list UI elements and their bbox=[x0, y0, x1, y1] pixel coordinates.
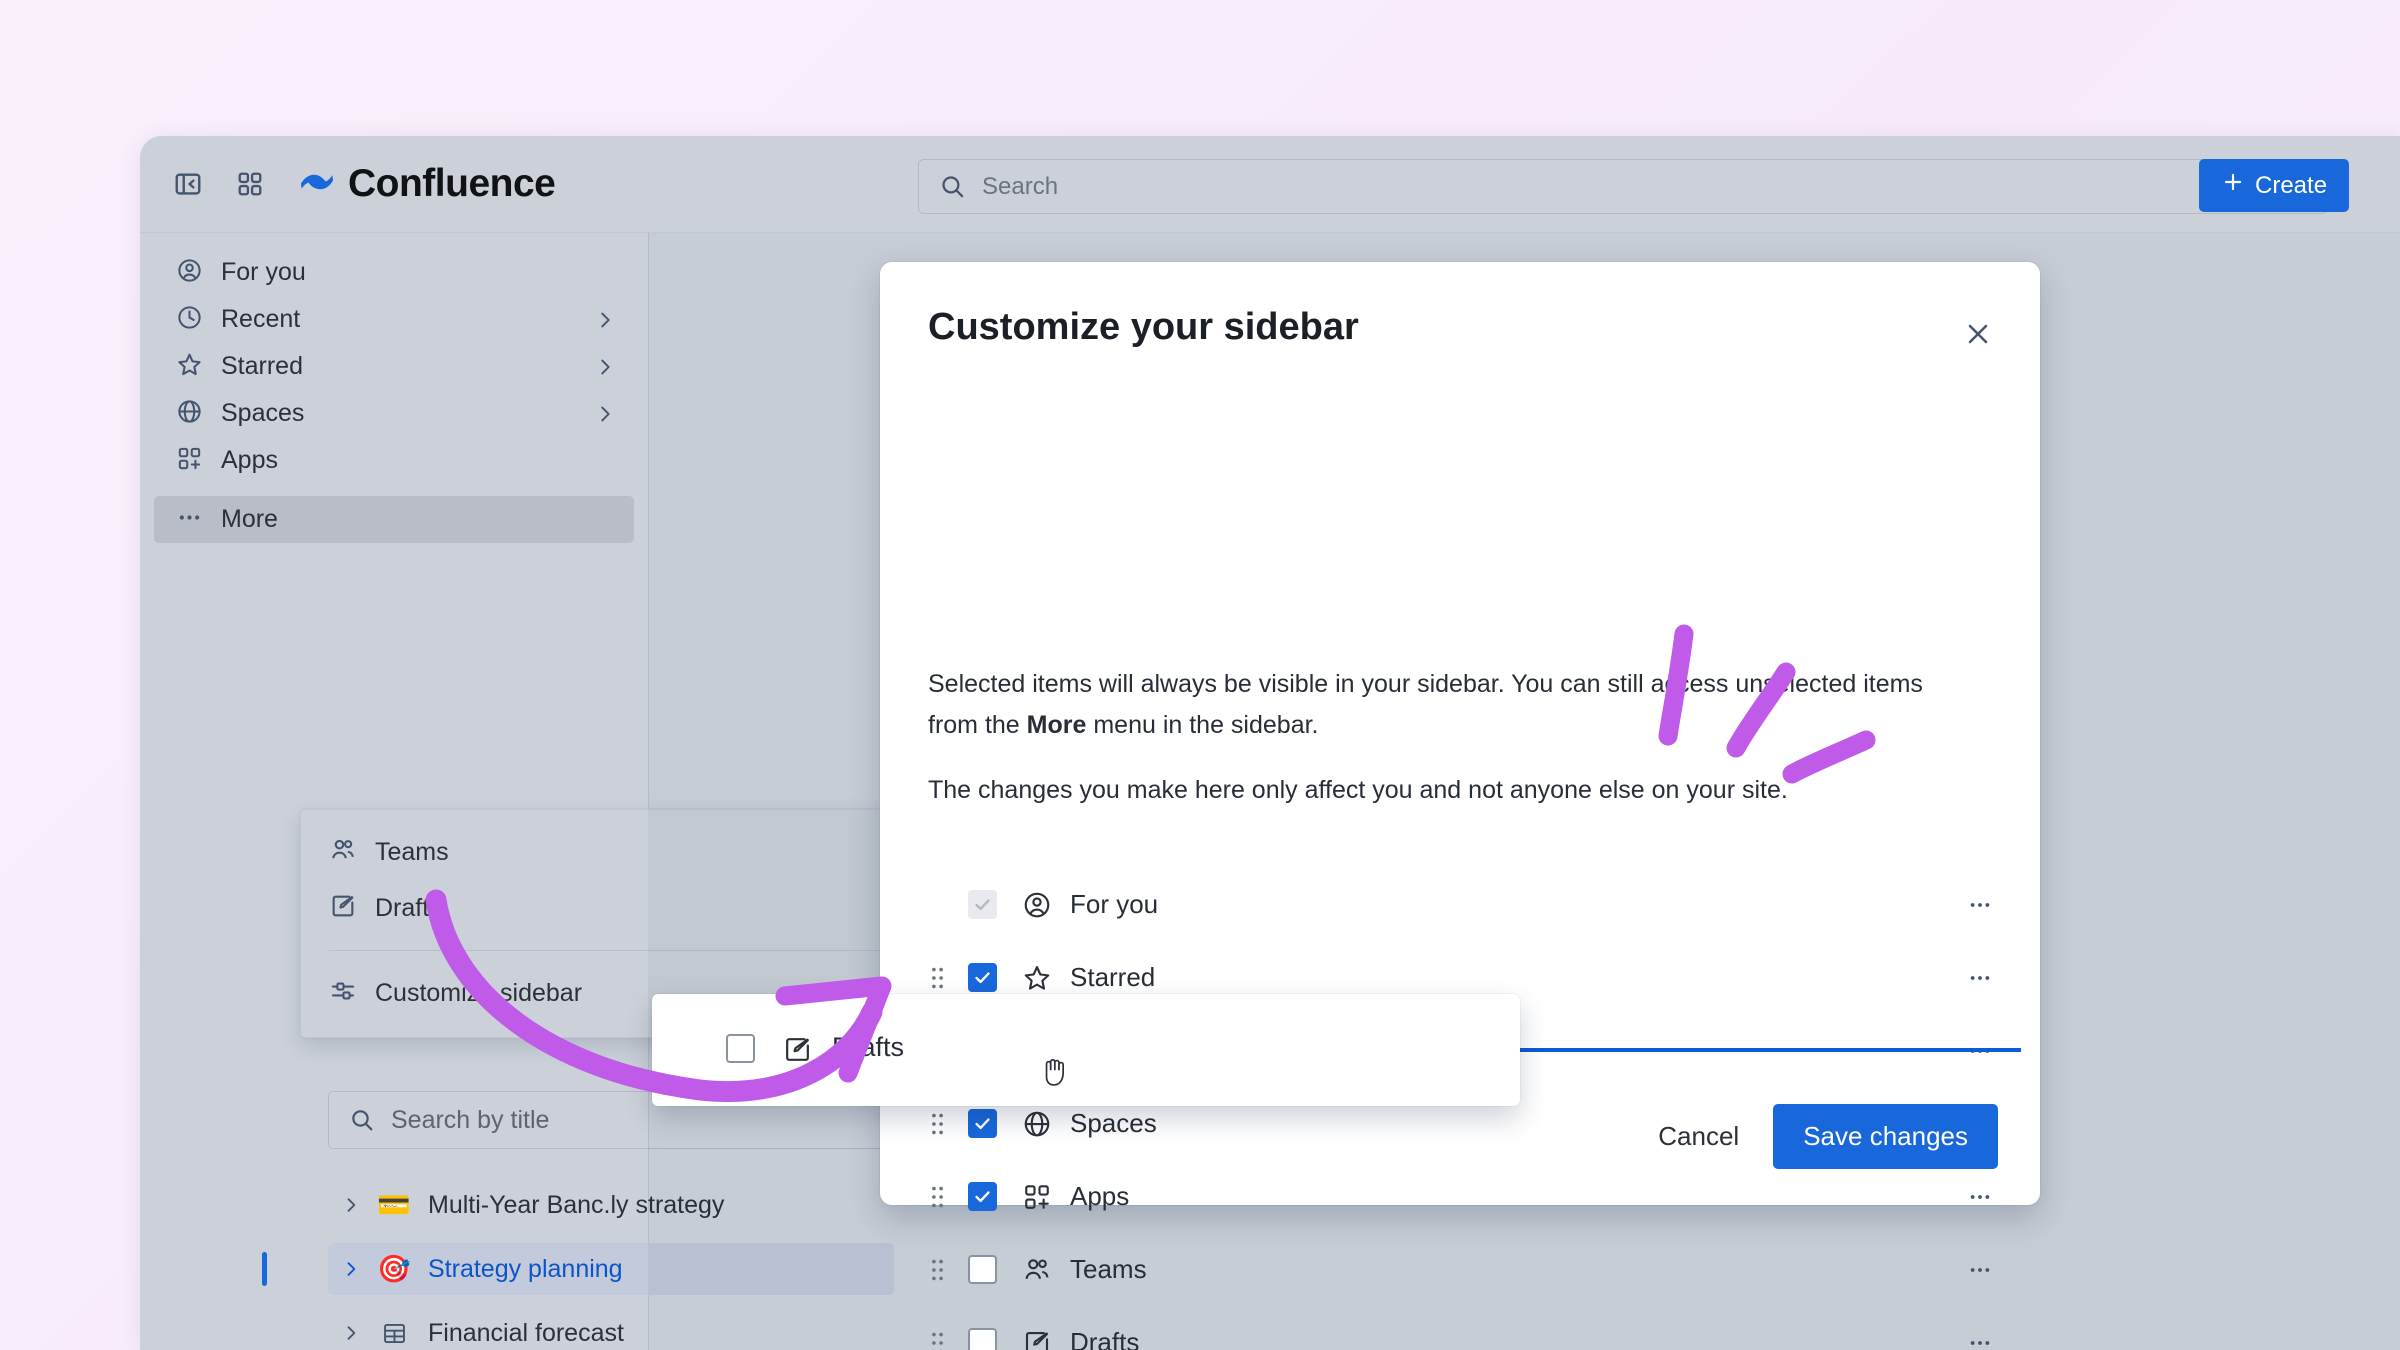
tree-item-label: Strategy planning bbox=[428, 1255, 623, 1284]
star-icon bbox=[1020, 961, 1054, 995]
pencil-square-icon bbox=[1020, 1326, 1054, 1350]
list-item-label: Apps bbox=[1070, 1181, 1129, 1212]
modal-description-1-b: menu in the sidebar. bbox=[1086, 711, 1318, 739]
sidebar-item-label: More bbox=[221, 505, 278, 534]
sidebar-item-label: Apps bbox=[221, 446, 278, 475]
person-circle-icon bbox=[176, 257, 203, 289]
list-item-label: Drafts bbox=[1070, 1327, 1139, 1350]
item-checkbox-for-you bbox=[968, 890, 997, 919]
apps-grid-icon bbox=[1020, 1180, 1054, 1214]
item-checkbox-starred[interactable] bbox=[968, 963, 997, 992]
ellipsis-icon[interactable] bbox=[1958, 887, 2002, 923]
ellipsis-icon[interactable] bbox=[1958, 960, 2002, 996]
drag-handle-icon[interactable] bbox=[924, 1252, 950, 1288]
sidebar-item-label: Starred bbox=[221, 352, 303, 381]
search-placeholder-text: Search bbox=[982, 173, 1058, 201]
chevron-right-icon[interactable] bbox=[594, 309, 616, 331]
sidebar-item-starred[interactable]: Starred bbox=[154, 343, 634, 390]
list-item[interactable]: Drafts bbox=[880, 1306, 2040, 1350]
sidebar-item-label: For you bbox=[221, 258, 306, 287]
menu-item-label: Customize sidebar bbox=[375, 979, 582, 1008]
clock-icon bbox=[176, 304, 203, 336]
ellipsis-icon[interactable] bbox=[1958, 1179, 2002, 1215]
create-button[interactable]: Create bbox=[2199, 159, 2349, 212]
search-icon bbox=[939, 173, 966, 200]
chevron-right-icon[interactable] bbox=[594, 403, 616, 425]
chevron-right-icon[interactable] bbox=[328, 1259, 374, 1279]
ellipsis-icon[interactable] bbox=[1958, 1252, 2002, 1288]
save-changes-button[interactable]: Save changes bbox=[1773, 1104, 1998, 1169]
search-icon bbox=[349, 1107, 375, 1133]
sidebar-item-label: Recent bbox=[221, 305, 300, 334]
globe-icon bbox=[176, 398, 203, 430]
drag-preview-checkbox bbox=[726, 1034, 755, 1063]
list-item-label: For you bbox=[1070, 889, 1158, 920]
chevron-right-icon[interactable] bbox=[328, 1323, 374, 1343]
modal-footer: Cancel Save changes bbox=[880, 1104, 2040, 1169]
item-checkbox-apps[interactable] bbox=[968, 1182, 997, 1211]
sidebar-item-for-you[interactable]: For you bbox=[154, 249, 634, 296]
page-emoji-icon: 💳 bbox=[374, 1189, 414, 1221]
close-icon[interactable] bbox=[1954, 310, 2002, 358]
collapse-sidebar-icon[interactable] bbox=[162, 158, 214, 210]
modal-description-1: Selected items will always be visible in… bbox=[928, 664, 1928, 746]
drag-handle-icon[interactable] bbox=[924, 1325, 950, 1350]
menu-item-label: Teams bbox=[375, 838, 449, 867]
sidebar-item-label: Spaces bbox=[221, 399, 304, 428]
drag-handle-icon[interactable] bbox=[924, 960, 950, 996]
confluence-logo-icon bbox=[298, 163, 336, 206]
list-item[interactable]: For you bbox=[880, 868, 2040, 941]
item-checkbox-drafts[interactable] bbox=[968, 1328, 997, 1350]
modal-title: Customize your sidebar bbox=[928, 306, 1359, 349]
pencil-square-icon bbox=[329, 892, 357, 925]
apps-grid-icon bbox=[176, 445, 203, 477]
customize-sidebar-modal: Customize your sidebar Selected items wi… bbox=[880, 262, 2040, 1205]
sidebar-item-apps[interactable]: Apps bbox=[154, 437, 634, 484]
chevron-right-icon[interactable] bbox=[594, 356, 616, 378]
person-circle-icon bbox=[1020, 888, 1054, 922]
search-input[interactable]: Search bbox=[918, 159, 2328, 214]
sliders-icon bbox=[329, 977, 357, 1010]
ellipsis-icon bbox=[176, 504, 203, 536]
table-icon bbox=[374, 1320, 414, 1347]
star-icon bbox=[176, 351, 203, 383]
list-item[interactable]: Apps bbox=[880, 1160, 2040, 1233]
ellipsis-icon[interactable] bbox=[1958, 1325, 2002, 1350]
tree-item-label: Financial forecast bbox=[428, 1319, 624, 1348]
list-item[interactable]: Teams bbox=[880, 1233, 2040, 1306]
modal-description-1-bold: More bbox=[1027, 711, 1087, 739]
cancel-button[interactable]: Cancel bbox=[1636, 1105, 1761, 1168]
page-emoji-icon: 🎯 bbox=[374, 1253, 414, 1285]
drag-handle-icon[interactable] bbox=[924, 1179, 950, 1215]
drag-preview-label: Drafts bbox=[832, 1032, 904, 1063]
brand-logo-and-name[interactable]: Confluence bbox=[298, 162, 555, 206]
sidebar-item-spaces[interactable]: Spaces bbox=[154, 390, 634, 437]
people-icon bbox=[1020, 1253, 1054, 1287]
pencil-square-icon bbox=[780, 1032, 814, 1066]
tree-search-placeholder: Search by title bbox=[391, 1106, 549, 1135]
plus-icon bbox=[2221, 170, 2245, 201]
list-item-label: Starred bbox=[1070, 962, 1155, 993]
modal-description-2: The changes you make here only affect yo… bbox=[928, 770, 1928, 811]
list-item-label: Teams bbox=[1070, 1254, 1147, 1285]
sidebar-item-more[interactable]: More bbox=[154, 496, 634, 543]
people-icon bbox=[329, 836, 357, 869]
top-navigation-bar: Confluence Search Create bbox=[140, 136, 2400, 233]
item-checkbox-teams[interactable] bbox=[968, 1255, 997, 1284]
drag-preview-card[interactable]: Drafts bbox=[652, 994, 1520, 1106]
brand-name: Confluence bbox=[348, 162, 555, 206]
create-button-label: Create bbox=[2255, 172, 2327, 200]
app-switcher-icon[interactable] bbox=[224, 158, 276, 210]
grabbing-hand-cursor bbox=[1040, 1052, 1074, 1097]
chevron-right-icon[interactable] bbox=[328, 1195, 374, 1215]
menu-item-label: Drafts bbox=[375, 894, 442, 923]
sidebar-item-recent[interactable]: Recent bbox=[154, 296, 634, 343]
page-root: Confluence Search Create bbox=[0, 0, 2400, 1350]
